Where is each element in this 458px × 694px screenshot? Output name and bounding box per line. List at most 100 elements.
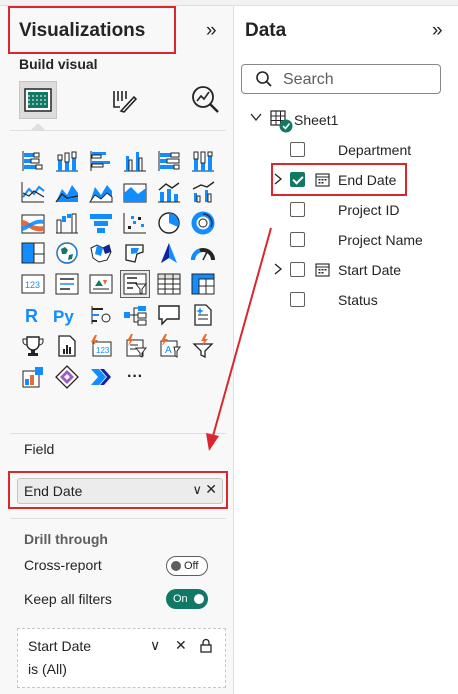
- svg-text:Py: Py: [53, 307, 74, 326]
- pie-chart-icon[interactable]: [155, 210, 183, 236]
- collapse-data-button[interactable]: »: [432, 20, 442, 42]
- area-chart-icon[interactable]: [53, 179, 81, 205]
- python-visual-icon[interactable]: Py: [53, 302, 81, 328]
- table-icon: [270, 110, 294, 139]
- line-and-stacked-column-icon[interactable]: [155, 179, 183, 205]
- table-icon[interactable]: [155, 271, 183, 297]
- chevron-visual-icon[interactable]: [87, 364, 115, 390]
- tabs-divider: [10, 130, 226, 131]
- power-apps-filter-icon[interactable]: [189, 333, 217, 359]
- data-pane-title: Data: [245, 20, 287, 41]
- stacked-column-chart-icon[interactable]: [53, 148, 81, 174]
- cross-report-label: Cross-report: [24, 557, 102, 573]
- cross-report-toggle[interactable]: Off: [166, 556, 208, 576]
- key-influencers-icon[interactable]: [87, 302, 115, 328]
- qna-visual-icon[interactable]: [155, 302, 183, 328]
- build-visual-icon: [24, 88, 52, 112]
- slicer-icon[interactable]: [120, 270, 150, 299]
- power-apps-card-icon[interactable]: 123: [87, 333, 115, 359]
- checkbox[interactable]: [290, 202, 305, 217]
- r-script-visual-icon[interactable]: R: [19, 302, 47, 328]
- collapse-visualizations-button[interactable]: »: [206, 20, 216, 42]
- field-project-name[interactable]: Project Name: [338, 232, 423, 248]
- ribbon-chart-icon[interactable]: [19, 210, 47, 236]
- field-status[interactable]: Status: [338, 292, 378, 308]
- checkbox[interactable]: [290, 292, 305, 307]
- 100-percent-stacked-bar-icon[interactable]: [155, 148, 183, 174]
- calendar-icon: [315, 172, 330, 192]
- checkbox[interactable]: [290, 142, 305, 157]
- checkbox[interactable]: [290, 232, 305, 247]
- analytics-icon: [192, 86, 219, 113]
- funnel-chart-icon[interactable]: [87, 210, 115, 236]
- chevron-down-icon[interactable]: ∨: [150, 637, 160, 654]
- drill-through-label: Drill through: [24, 531, 108, 547]
- visualizations-title: Visualizations: [19, 20, 146, 41]
- svg-text:123: 123: [96, 346, 110, 355]
- power-bi-visual-icon[interactable]: [19, 364, 47, 390]
- waterfall-chart-icon[interactable]: [53, 210, 81, 236]
- decomposition-tree-icon[interactable]: [121, 302, 149, 328]
- line-and-clustered-column-icon[interactable]: [189, 179, 217, 205]
- matrix-icon[interactable]: [189, 271, 217, 297]
- build-visual-tab[interactable]: [19, 81, 57, 119]
- build-visual-label: Build visual: [19, 56, 98, 72]
- treemap-icon[interactable]: [19, 240, 47, 266]
- stacked-bar-chart-icon[interactable]: [19, 148, 47, 174]
- line-chart-icon[interactable]: [19, 179, 47, 205]
- lock-icon[interactable]: [200, 638, 212, 656]
- clustered-column-chart-icon[interactable]: [121, 148, 149, 174]
- more-visuals-button[interactable]: ···: [121, 364, 149, 390]
- search-placeholder: Search: [283, 71, 334, 88]
- 100-percent-stacked-area-icon[interactable]: [121, 179, 149, 205]
- filter-field-name: Start Date: [28, 638, 92, 654]
- keep-all-filters-toggle[interactable]: On: [166, 589, 208, 609]
- search-icon: [256, 71, 272, 87]
- kpi-icon[interactable]: [87, 271, 115, 297]
- svg-text:R: R: [25, 306, 38, 326]
- paginated-report-icon[interactable]: [53, 333, 81, 359]
- toggle-state-label: On: [173, 593, 188, 605]
- power-automate-icon[interactable]: A: [155, 333, 183, 359]
- checkbox-checked[interactable]: [290, 172, 305, 187]
- diamond-visual-icon[interactable]: [53, 364, 81, 390]
- shape-map-icon[interactable]: [121, 240, 149, 266]
- keep-all-filters-label: Keep all filters: [24, 591, 112, 607]
- chevron-right-icon[interactable]: [273, 263, 283, 278]
- analytics-tab[interactable]: [186, 81, 224, 119]
- clustered-bar-chart-icon[interactable]: [87, 148, 115, 174]
- format-visual-icon: [113, 91, 138, 113]
- map-icon[interactable]: [53, 240, 81, 266]
- field-divider: [10, 433, 226, 434]
- checkbox[interactable]: [290, 262, 305, 277]
- format-visual-tab[interactable]: [104, 81, 142, 119]
- azure-map-icon[interactable]: [155, 240, 183, 266]
- filled-map-icon[interactable]: [87, 240, 115, 266]
- scatter-chart-icon[interactable]: [121, 210, 149, 236]
- gauge-icon[interactable]: [189, 240, 217, 266]
- data-search-input[interactable]: Search: [241, 64, 441, 94]
- field-project-id[interactable]: Project ID: [338, 202, 399, 218]
- goals-trophy-icon[interactable]: [19, 333, 47, 359]
- 100-percent-stacked-column-icon[interactable]: [189, 148, 217, 174]
- chevron-down-icon[interactable]: [250, 111, 262, 125]
- toggle-knob: [194, 594, 204, 604]
- card-icon[interactable]: 123: [19, 271, 47, 297]
- power-apps-slicer-icon[interactable]: [121, 333, 149, 359]
- close-icon[interactable]: ✕: [205, 481, 217, 498]
- field-well[interactable]: End Date ∨ ✕: [17, 478, 223, 504]
- svg-text:A: A: [165, 345, 172, 356]
- chevron-right-icon[interactable]: [273, 173, 283, 188]
- visual-type-grid: 123 R Py 123 A ···: [19, 148, 229, 394]
- field-department[interactable]: Department: [338, 142, 411, 158]
- table-name[interactable]: Sheet1: [294, 112, 338, 128]
- multi-row-card-icon[interactable]: [53, 271, 81, 297]
- drill-through-filter-card[interactable]: Start Date is (All) ∨ ✕: [17, 628, 226, 688]
- field-end-date[interactable]: End Date: [338, 172, 396, 188]
- field-start-date[interactable]: Start Date: [338, 262, 401, 278]
- chevron-down-icon[interactable]: ∨: [192, 482, 202, 498]
- donut-chart-icon[interactable]: [189, 210, 217, 236]
- stacked-area-chart-icon[interactable]: [87, 179, 115, 205]
- close-icon[interactable]: ✕: [175, 637, 187, 654]
- smart-narrative-icon[interactable]: [189, 302, 217, 328]
